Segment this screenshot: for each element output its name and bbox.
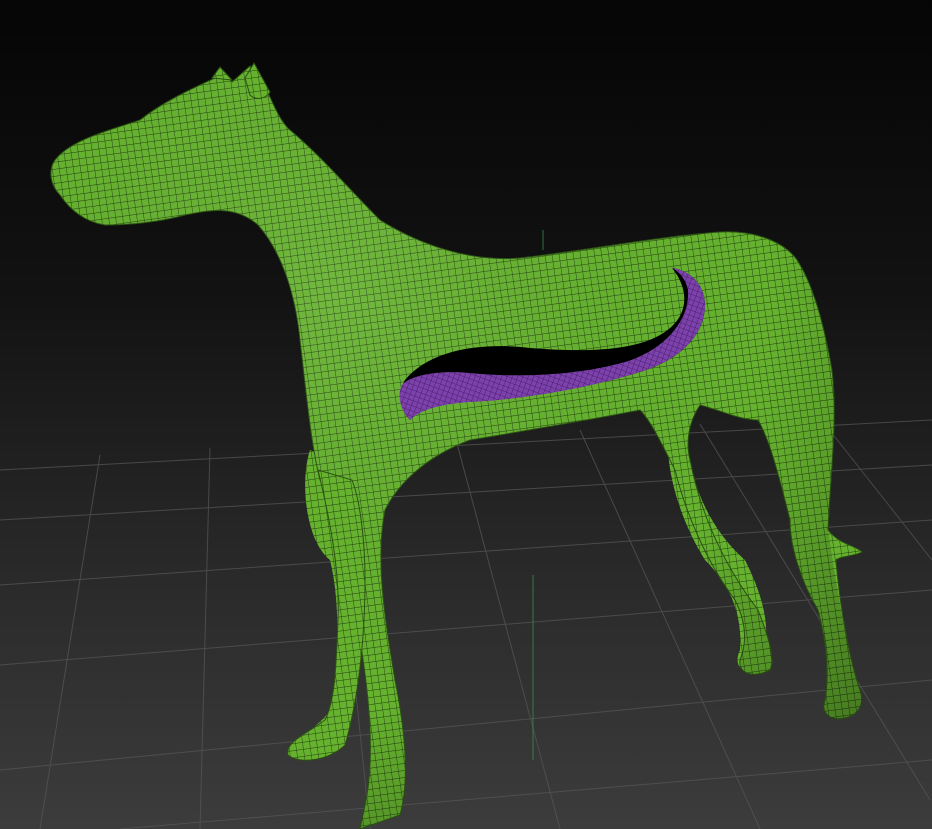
- 3d-viewport-canvas[interactable]: [0, 0, 932, 829]
- viewport-scene[interactable]: [0, 0, 932, 829]
